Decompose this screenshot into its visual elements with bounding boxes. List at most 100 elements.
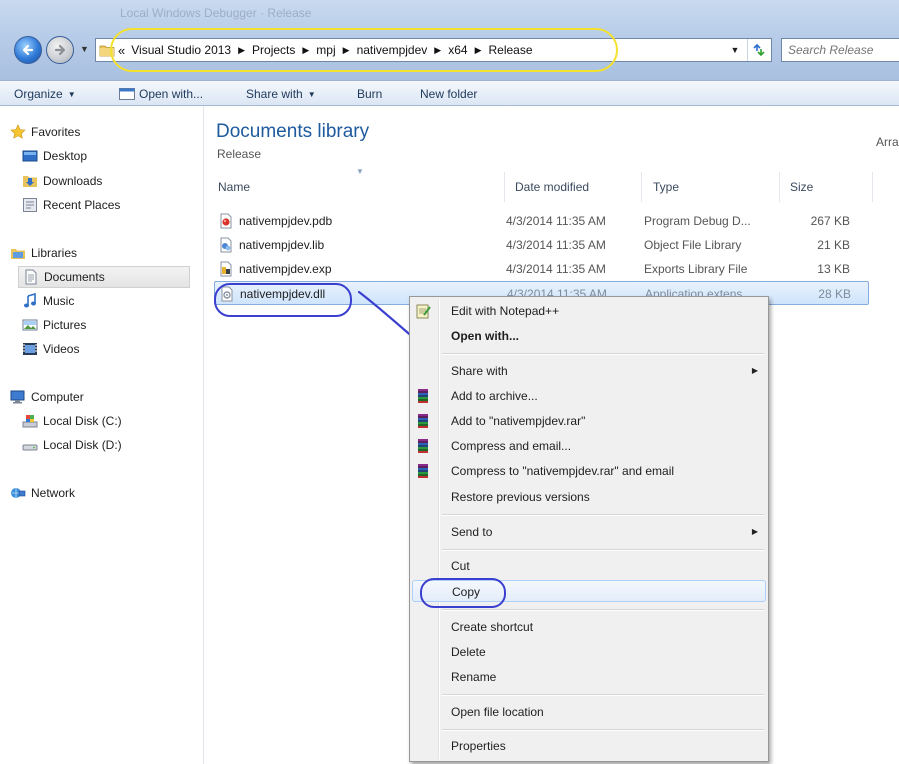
library-title: Documents library — [216, 121, 370, 142]
nav-label: Music — [43, 294, 75, 308]
music-icon — [24, 293, 36, 308]
menu-label: Edit with Notepad++ — [451, 304, 560, 318]
menu-item-cut[interactable]: Cut — [412, 555, 766, 577]
nav-libraries[interactable]: Libraries — [10, 242, 190, 264]
burn-button[interactable]: Burn — [357, 85, 382, 103]
pdb-file-icon — [220, 213, 232, 229]
address-dropdown-icon[interactable]: ▼ — [726, 39, 744, 61]
column-divider[interactable] — [872, 172, 873, 202]
file-name: nativempjdev.pdb — [239, 214, 333, 228]
submenu-arrow-icon: ▶ — [751, 366, 758, 375]
menu-item-send-to[interactable]: Send to ▶ — [412, 521, 766, 543]
back-button[interactable] — [14, 36, 42, 64]
menu-label: Open with... — [451, 329, 519, 343]
arrow-left-icon — [22, 44, 34, 56]
documents-icon — [25, 269, 37, 285]
file-name: nativempjdev.exp — [239, 262, 332, 276]
burn-label: Burn — [357, 87, 383, 101]
menu-item-compress-email[interactable]: Compress and email... — [412, 435, 766, 457]
nav-recent-places[interactable]: Recent Places — [22, 194, 190, 216]
nav-label: Computer — [31, 390, 84, 404]
recent-pages-dropdown-icon[interactable]: ▼ — [80, 44, 90, 54]
menu-item-restore-versions[interactable]: Restore previous versions — [412, 486, 766, 508]
menu-label: Delete — [451, 645, 486, 659]
open-with-label: Open with... — [139, 87, 204, 101]
star-icon — [10, 124, 26, 139]
nav-desktop[interactable]: Desktop — [22, 145, 190, 167]
menu-item-edit-notepad[interactable]: Edit with Notepad++ — [412, 300, 766, 322]
file-row[interactable]: nativempjdev.exp 4/3/2014 11:35 AM Expor… — [214, 257, 869, 281]
lib-file-icon — [220, 237, 232, 253]
nav-videos[interactable]: Videos — [22, 338, 190, 360]
nav-label: Documents — [44, 270, 105, 284]
menu-separator — [442, 514, 764, 516]
nav-label: Pictures — [43, 318, 87, 332]
menu-item-open-file-location[interactable]: Open file location — [412, 701, 766, 723]
arrange-by-link[interactable]: Arra — [876, 135, 899, 149]
dropdown-arrow-icon: ▼ — [67, 89, 76, 99]
menu-label: Restore previous versions — [451, 490, 590, 504]
open-with-button[interactable]: Open with... — [119, 85, 203, 103]
file-row[interactable]: nativempjdev.pdb 4/3/2014 11:35 AM Progr… — [214, 209, 869, 233]
menu-item-add-rar[interactable]: Add to "nativempjdev.rar" — [412, 410, 766, 432]
file-size: 13 KB — [817, 262, 850, 276]
menu-item-compress-rar-email[interactable]: Compress to "nativempjdev.rar" and email — [412, 460, 766, 482]
libraries-icon — [11, 249, 25, 259]
refresh-button[interactable] — [747, 39, 770, 61]
file-date: 4/3/2014 11:35 AM — [506, 214, 606, 228]
nav-documents[interactable]: Documents — [18, 266, 190, 288]
navigation-pane: Favorites Desktop Downloads Recent Place… — [0, 106, 203, 764]
nav-pictures[interactable]: Pictures — [22, 314, 190, 336]
nav-favorites[interactable]: Favorites — [10, 121, 190, 143]
submenu-arrow-icon: ▶ — [751, 527, 758, 536]
menu-item-delete[interactable]: Delete — [412, 641, 766, 663]
file-row[interactable]: nativempjdev.lib 4/3/2014 11:35 AM Objec… — [214, 233, 869, 257]
new-folder-button[interactable]: New folder — [420, 85, 477, 103]
menu-item-add-archive[interactable]: Add to archive... — [412, 385, 766, 407]
share-with-button[interactable]: Share with ▼ — [246, 85, 316, 103]
nav-computer[interactable]: Computer — [10, 386, 190, 408]
window-title: Local Windows Debugger · Release — [120, 6, 312, 20]
menu-label: Compress and email... — [451, 439, 572, 453]
column-divider[interactable] — [641, 172, 642, 202]
menu-item-share-with[interactable]: Share with ▶ — [412, 360, 766, 382]
column-header-size[interactable]: Size — [790, 180, 813, 194]
network-icon — [11, 488, 26, 498]
annotation-blue-circle-copy — [420, 578, 506, 608]
file-date: 4/3/2014 11:35 AM — [506, 262, 606, 276]
nav-local-disk-c[interactable]: Local Disk (C:) — [22, 410, 190, 432]
column-header-type[interactable]: Type — [653, 180, 679, 194]
nav-local-disk-d[interactable]: Local Disk (D:) — [22, 434, 190, 456]
share-with-label: Share with — [246, 87, 303, 101]
nav-label: Local Disk (C:) — [43, 414, 122, 428]
column-divider[interactable] — [504, 172, 505, 202]
nav-music[interactable]: Music — [22, 290, 190, 312]
column-divider[interactable] — [779, 172, 780, 202]
forward-button[interactable] — [46, 36, 74, 64]
nav-downloads[interactable]: Downloads — [22, 170, 190, 192]
column-header-date[interactable]: Date modified — [515, 180, 589, 194]
menu-item-create-shortcut[interactable]: Create shortcut — [412, 616, 766, 638]
menu-label: Send to — [451, 525, 493, 539]
desktop-icon — [22, 150, 38, 162]
search-box[interactable] — [781, 38, 899, 62]
menu-item-properties[interactable]: Properties — [412, 735, 766, 757]
menu-label: Compress to "nativempjdev.rar" and email — [451, 464, 675, 478]
file-size: 28 KB — [818, 287, 851, 301]
file-type: Program Debug D... — [644, 214, 751, 228]
nav-label: Local Disk (D:) — [43, 438, 122, 452]
exp-file-icon — [220, 261, 232, 277]
organize-button[interactable]: Organize ▼ — [14, 85, 76, 103]
column-header-name[interactable]: Name — [218, 180, 250, 194]
menu-separator — [442, 609, 764, 611]
nav-network[interactable]: Network — [10, 482, 190, 504]
context-menu: Edit with Notepad++ Open with... Share w… — [409, 296, 769, 762]
file-type: Exports Library File — [644, 262, 748, 276]
search-input[interactable] — [788, 40, 896, 60]
nav-label: Network — [31, 486, 76, 500]
library-subtitle: Release — [217, 147, 262, 161]
menu-item-open-with[interactable]: Open with... — [412, 325, 766, 347]
window-titlebar: Local Windows Debugger · Release ▼ « Vis… — [0, 0, 899, 80]
winrar-icon — [418, 389, 428, 403]
menu-item-rename[interactable]: Rename — [412, 666, 766, 688]
